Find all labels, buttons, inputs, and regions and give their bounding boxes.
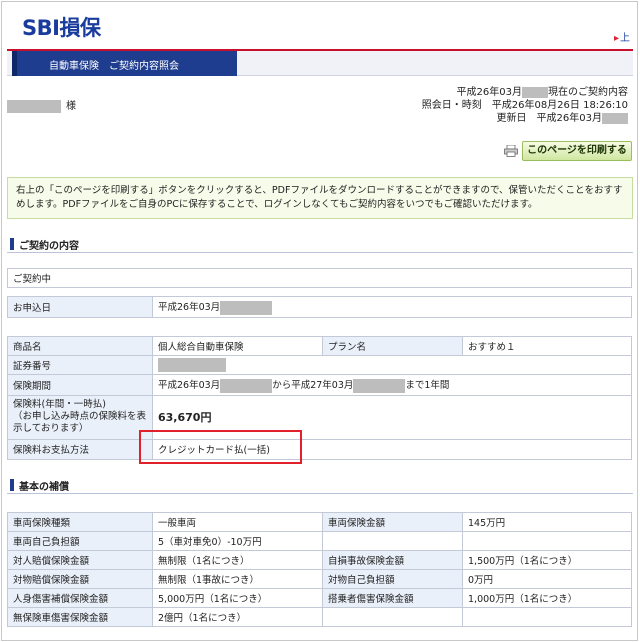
contract-date-info: 平成26年03月 現在のご契約内容 照会日・時刻 平成26年08月26日 18:2… (422, 86, 628, 125)
policy-label: 証券番号 (7, 355, 153, 375)
apply-label: お申込日 (7, 296, 153, 318)
section-title-basic-coverage: 基本の補償 (7, 478, 633, 494)
masked-day (522, 86, 548, 98)
masked-day (220, 300, 273, 315)
premium-amount: 63,670円 (158, 411, 212, 424)
coverage-value: 5,000万円（1名につき） (152, 588, 323, 608)
premium-label: 保険料(年間・一時払) （お申し込み時点の保険料を表示しております） (7, 394, 153, 440)
plan-label: プラン名 (322, 336, 463, 356)
coverage-label: 人身傷害補償保険金額 (7, 588, 153, 608)
contract-status: ご契約中 (7, 268, 632, 288)
apply-date-text: 平成26年03月 (158, 302, 221, 313)
apply-value: 平成26年03月 (152, 296, 632, 318)
coverage-table: 車両保険種類 一般車両 車両保険金額 145万円 車両自己負担額 5（車対車免0）-10万… (7, 512, 632, 627)
masked-day (602, 112, 628, 124)
period-length: まで1年間 (405, 380, 450, 391)
coverage-label: 対物賠償保険金額 (7, 569, 153, 589)
coverage-label: 車両自己負担額 (7, 531, 153, 551)
coverage-label (322, 531, 463, 551)
coverage-row: 無保険車傷害保険金額 2億円（1名につき） (7, 607, 632, 627)
coverage-row: 対人賠償保険金額 無制限（1名につき） 自損事故保険金額 1,500万円（1名につき） (7, 550, 632, 570)
coverage-row: 車両自己負担額 5（車対車免0）-10万円 (7, 531, 632, 551)
nav-bar: 自動車保険 ご契約内容照会 (7, 51, 633, 76)
coverage-value (462, 607, 632, 627)
coverage-value: 無制限（1名につき） (152, 550, 323, 570)
section-title-contract: ご契約の内容 (7, 237, 633, 253)
coverage-value: 0万円 (462, 569, 632, 589)
product-value: 個人総合自動車保険 (152, 336, 323, 356)
inquiry-time: 照会日・時刻 平成26年08月26日 18:26:10 (421, 100, 628, 111)
to-top-link[interactable]: ▸上 (614, 29, 630, 44)
apply-date-table: お申込日 平成26年03月 (7, 296, 632, 318)
masked-policy-number (158, 358, 226, 372)
contract-table: 商品名 個人総合自動車保険 プラン名 おすすめ１ 証券番号 保険期間 平成26年… (7, 336, 632, 460)
coverage-label: 対物自己負担額 (322, 569, 463, 589)
coverage-value (462, 531, 632, 551)
printer-icon[interactable] (504, 145, 518, 157)
tab-auto-insurance[interactable]: 自動車保険 ご契約内容照会 (12, 51, 237, 76)
plan-value: おすすめ１ (462, 336, 632, 356)
masked-day (220, 378, 273, 393)
coverage-value: 一般車両 (152, 512, 323, 532)
sbi-logo[interactable]: SBI損保 (22, 12, 101, 42)
coverage-label: 車両保険種類 (7, 512, 153, 532)
period-label: 保険期間 (7, 374, 153, 396)
coverage-row: 車両保険種類 一般車両 車両保険金額 145万円 (7, 512, 632, 532)
coverage-label: 自損事故保険金額 (322, 550, 463, 570)
as-of-label: 現在のご契約内容 (548, 87, 628, 98)
period-value: 平成26年03月 から平成27年03月 まで1年間 (152, 374, 632, 396)
coverage-value: 1,000万円（1名につき） (462, 588, 632, 608)
product-label: 商品名 (7, 336, 153, 356)
period-end: から平成27年03月 (272, 380, 354, 391)
to-top-label[interactable]: 上 (620, 33, 630, 44)
coverage-value: 145万円 (462, 512, 632, 532)
update-date: 更新日 平成26年03月 (496, 113, 602, 124)
masked-day (353, 378, 406, 393)
status-table: ご契約中 (7, 268, 632, 288)
coverage-value: 2億円（1名につき） (152, 607, 323, 627)
policy-value (152, 355, 632, 375)
coverage-value: 1,500万円（1名につき） (462, 550, 632, 570)
arrow-icon: ▸ (613, 33, 619, 44)
name-suffix: 様 (66, 101, 76, 112)
coverage-value: 5（車対車免0）-10万円 (152, 531, 323, 551)
masked-name (7, 99, 61, 113)
coverage-row: 人身傷害補償保険金額 5,000万円（1名につき） 搭乗者傷害保険金額 1,000万円… (7, 588, 632, 608)
coverage-label: 対人賠償保険金額 (7, 550, 153, 570)
coverage-label (322, 607, 463, 627)
customer-name: 様 (7, 97, 76, 113)
period-start: 平成26年03月 (158, 380, 221, 391)
coverage-label: 無保険車傷害保険金額 (7, 607, 153, 627)
coverage-row: 対物賠償保険金額 無制限（1事故につき） 対物自己負担額 0万円 (7, 569, 632, 589)
coverage-value: 無制限（1事故につき） (152, 569, 323, 589)
coverage-label: 搭乗者傷害保険金額 (322, 588, 463, 608)
print-page-button[interactable]: このページを印刷する (522, 141, 632, 161)
payment-highlight (139, 430, 302, 464)
as-of-date: 平成26年03月 (456, 87, 522, 98)
print-notice: 右上の「このページを印刷する」ボタンをクリックすると、PDFファイルをダウンロー… (7, 177, 633, 219)
coverage-label: 車両保険金額 (322, 512, 463, 532)
payment-label: 保険料お支払方法 (7, 438, 153, 460)
